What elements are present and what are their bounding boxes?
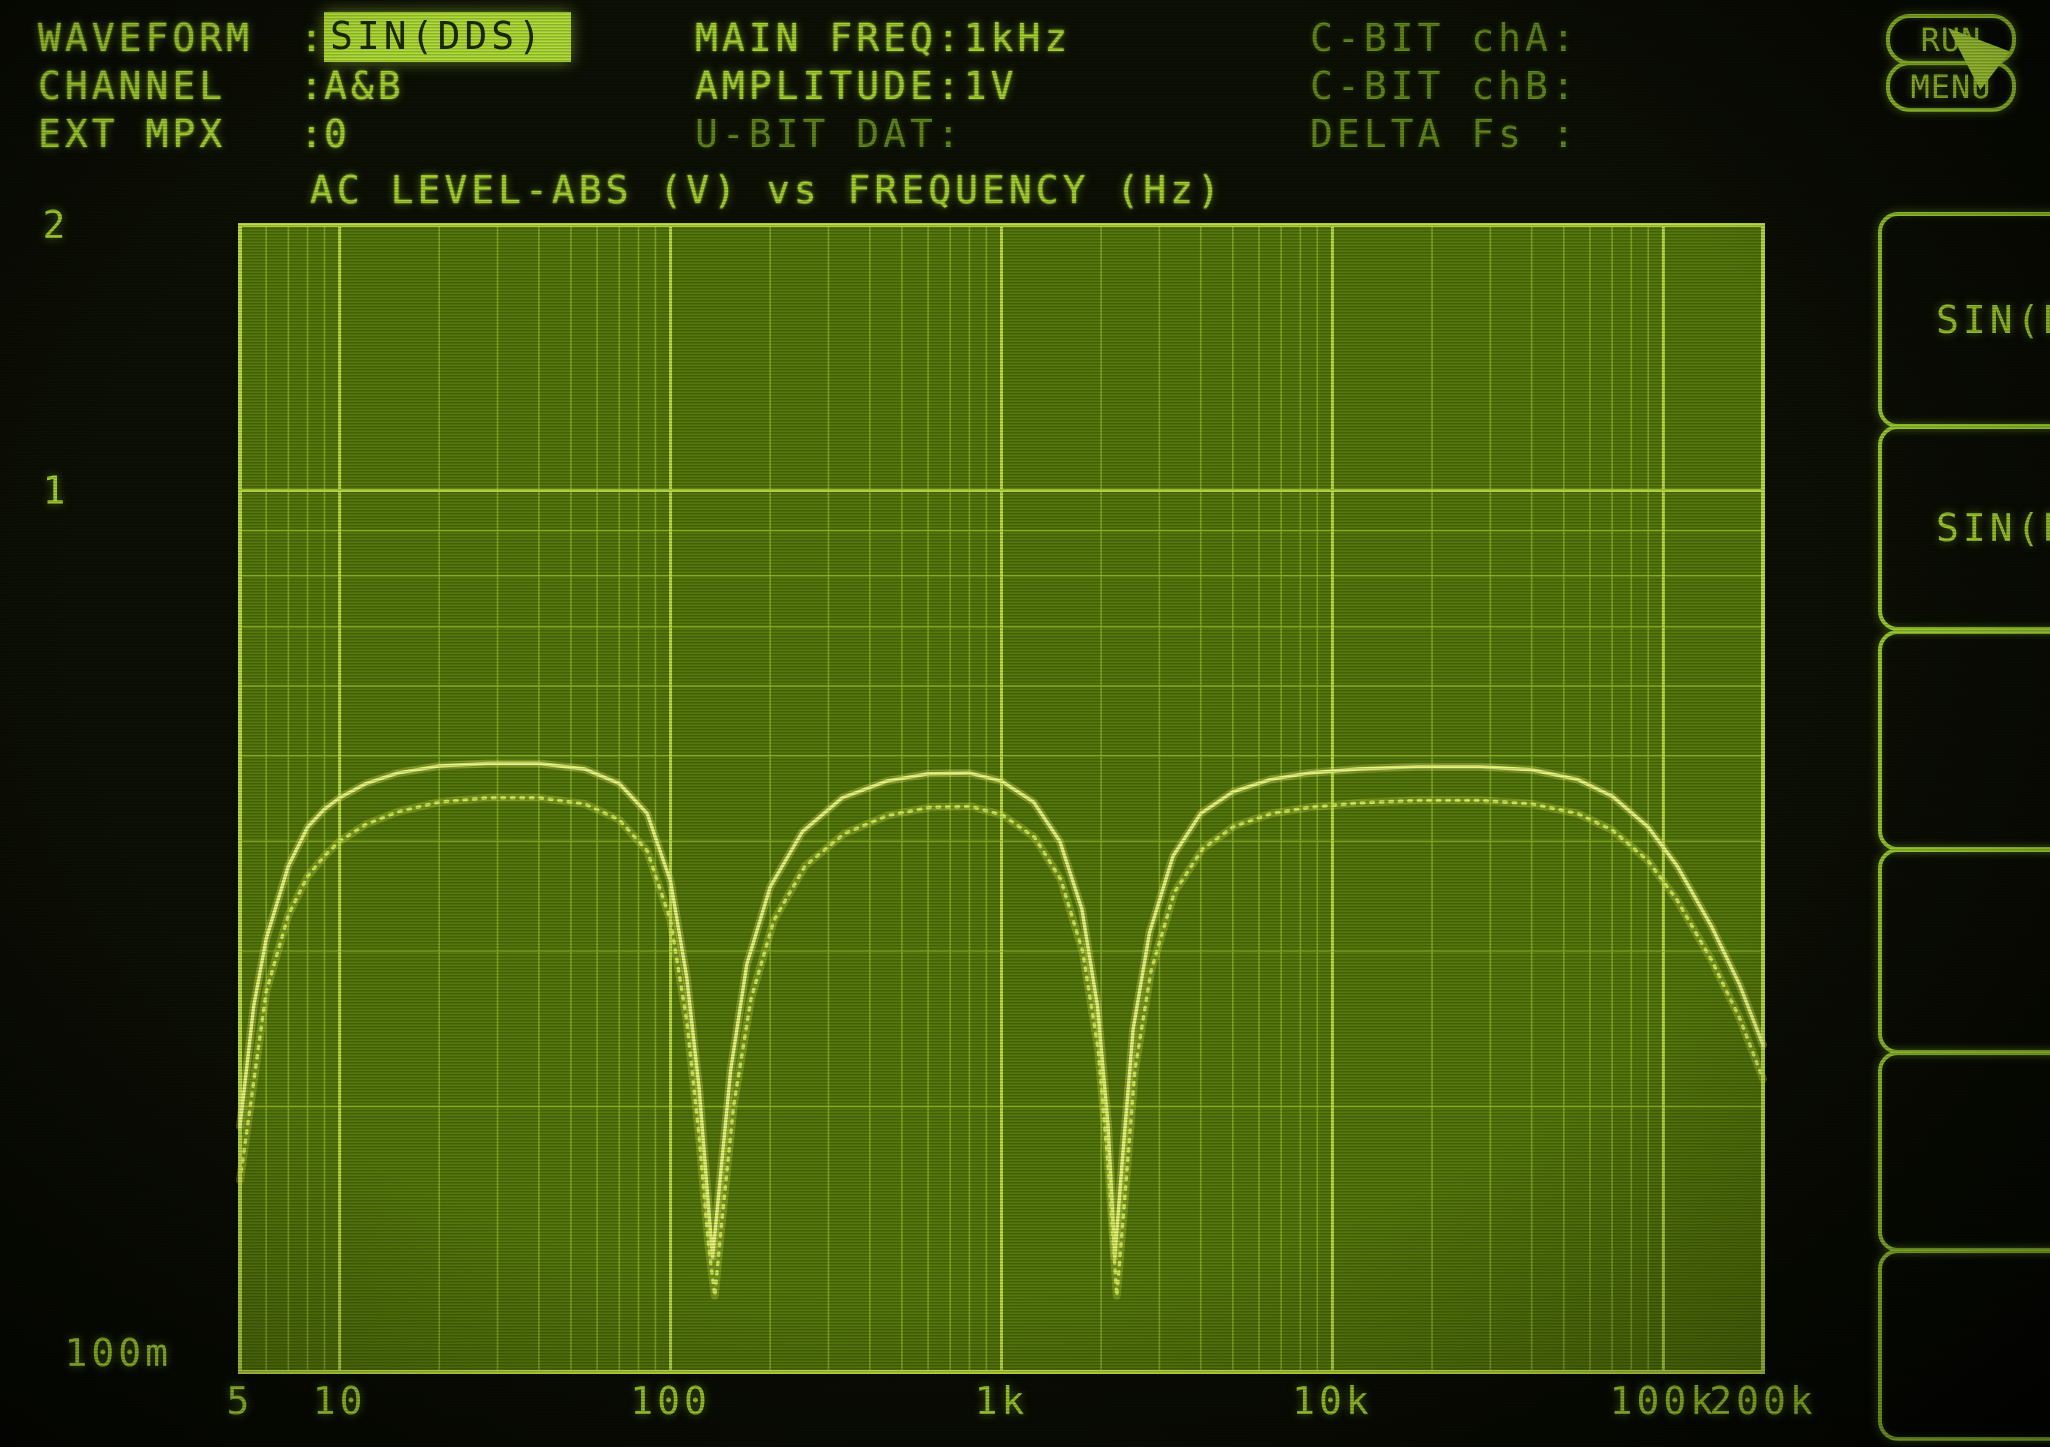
waveform-colon: : [300, 16, 327, 60]
softkey-label-1: SIN(D [1936, 298, 2050, 342]
softkey-button-1[interactable]: SIN(D [1878, 212, 2050, 428]
frequency-response-chart: 5 10 100 1k 10k 100k200k 2 1 100m [0, 0, 2050, 1447]
softkey-button-6[interactable] [1878, 1249, 2050, 1441]
u-bit-dat-field: U-BIT DAT: [695, 112, 964, 156]
channel-label: CHANNEL [38, 64, 226, 108]
ext-mpx-label: EXT MPX [38, 112, 226, 156]
chart-title: AC LEVEL-ABS (V) vs FREQUENCY (Hz) [310, 168, 1224, 212]
c-bit-cha-field: C-BIT chA: [1310, 16, 1579, 60]
x-tick-label-200k: 200k [1709, 1379, 1817, 1423]
ext-mpx-colon: : [300, 112, 327, 156]
ext-mpx-value[interactable]: 0 [324, 112, 351, 156]
x-tick-label-100k: 100k [1610, 1379, 1718, 1423]
softkey-button-3[interactable] [1878, 630, 2050, 851]
channel-value[interactable]: A&B [324, 64, 405, 108]
y-tick-label-2: 2 [43, 203, 70, 247]
x-tick-label-5: 5 [227, 1379, 254, 1423]
channel-colon: : [300, 64, 327, 108]
amplitude-field: AMPLITUDE:1V [695, 64, 1018, 108]
softkey-button-5[interactable] [1878, 1051, 2050, 1252]
x-tick-label-10: 10 [313, 1379, 367, 1423]
x-tick-label-1k: 1k [975, 1379, 1029, 1423]
x-tick-label-100: 100 [630, 1379, 711, 1423]
c-bit-chb-field: C-BIT chB: [1310, 64, 1579, 108]
y-tick-label-1: 1 [43, 468, 70, 512]
y-tick-label-100m: 100m [64, 1331, 172, 1375]
softkey-button-2[interactable]: SIN(R [1878, 425, 2050, 631]
waveform-value[interactable]: SIN(DDS) [324, 12, 571, 62]
waveform-label: WAVEFORM [38, 16, 253, 60]
analyzer-screen: 5 10 100 1k 10k 100k200k 2 1 100m WAVEFORM : SIN… [0, 0, 2050, 1447]
main-freq-field: MAIN FREQ:1kHz [695, 16, 1071, 60]
softkey-button-4[interactable] [1878, 848, 2050, 1054]
softkey-label-2: SIN(R [1936, 506, 2050, 550]
delta-fs-field: DELTA Fs : [1310, 112, 1579, 156]
x-tick-label-10k: 10k [1292, 1379, 1373, 1423]
